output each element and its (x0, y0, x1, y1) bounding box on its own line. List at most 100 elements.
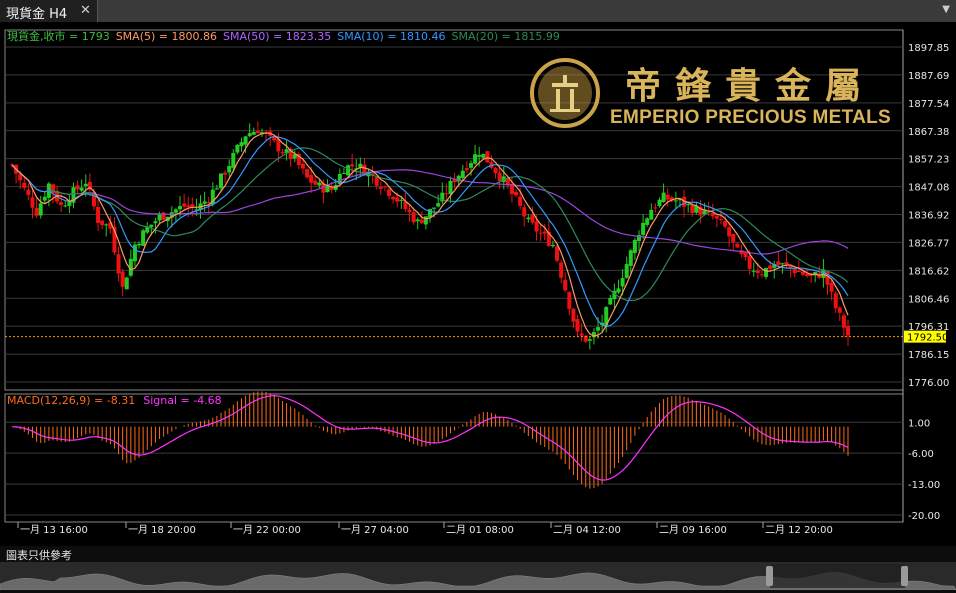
candle-body (358, 163, 363, 168)
candle-body (468, 163, 473, 168)
candle-body (202, 201, 207, 204)
legend-entry: 現貨金,收市 = 1793 (7, 29, 110, 43)
macd-tick-label: -13.00 (908, 480, 940, 491)
candle-body (149, 224, 154, 228)
disclaimer-text: 圖表只供參考 (6, 549, 72, 562)
price-tick-label: 1857.23 (908, 155, 949, 166)
candle-body (423, 216, 428, 225)
candle-body (374, 177, 379, 186)
time-tick-label: 一月 13 16:00 (20, 524, 88, 536)
candle-body (727, 227, 732, 237)
candle-body (153, 221, 158, 224)
candle-body (432, 207, 437, 209)
candle-body (436, 203, 441, 207)
time-tick-label: 二月 04 12:00 (553, 524, 621, 536)
candle-body (641, 222, 646, 235)
candle-body (518, 196, 523, 206)
chart-tab[interactable]: 現貨金 H4 ✕ (0, 0, 98, 22)
candle-body (497, 172, 502, 181)
candle-body (649, 209, 654, 220)
candle-body (735, 243, 740, 248)
price-tick-label: 1867.38 (908, 127, 949, 138)
price-tick-label: 1786.15 (908, 350, 949, 361)
candle-body (124, 277, 129, 290)
candle-body (309, 175, 314, 183)
macd-label: MACD(12,26,9) = -8.31 (7, 394, 135, 407)
macd-tick-label: -6.00 (908, 449, 934, 460)
price-tick-label: 1776.00 (908, 378, 949, 389)
candle-body (30, 197, 35, 208)
macd-tick-label: -20.00 (908, 511, 940, 522)
candle-body (665, 194, 670, 200)
candle-body (382, 186, 387, 188)
price-tick-label: 1836.92 (908, 211, 949, 222)
macd-panel-frame (4, 393, 904, 523)
candle-body (346, 165, 351, 176)
candle-body (792, 268, 797, 274)
price-tick-label: 1877.54 (908, 99, 949, 110)
candle-body (485, 151, 490, 163)
candle-body (79, 187, 84, 191)
candle-body (387, 189, 392, 196)
sma5-line (11, 132, 849, 337)
price-tick-label: 1826.77 (908, 238, 949, 249)
candle-body (411, 212, 416, 223)
candle-body (534, 221, 539, 232)
candle-body (616, 288, 621, 293)
candle-body (579, 333, 584, 336)
chart-navigator[interactable] (0, 562, 956, 591)
candle-body (22, 182, 27, 188)
legend-entry: SMA(20) = 1815.99 (452, 30, 560, 43)
candle-body (460, 170, 465, 178)
candle-body (464, 168, 469, 171)
candle-body (141, 230, 146, 246)
time-tick-label: 一月 27 04:00 (341, 524, 409, 536)
candle-body (751, 270, 756, 272)
navigator-left-handle[interactable] (766, 566, 773, 586)
candle-body (59, 202, 64, 205)
candle-body (350, 164, 355, 167)
candle-body (173, 209, 178, 213)
close-icon[interactable]: ✕ (80, 3, 91, 18)
candle-body (42, 196, 47, 201)
candle-body (178, 206, 183, 210)
candle-body (632, 239, 637, 253)
candle-body (341, 173, 346, 175)
candle-body (481, 153, 486, 158)
chevron-down-icon[interactable]: ▼ (942, 4, 950, 15)
candle-body (710, 213, 715, 217)
candle-body (530, 214, 535, 223)
candle-body (235, 144, 240, 153)
candle-body (247, 133, 252, 137)
price-tick-label: 1897.85 (908, 43, 949, 54)
navigator-right-handle[interactable] (901, 566, 908, 586)
candle-body (157, 214, 162, 221)
candle-body (378, 187, 383, 189)
candle-body (514, 191, 519, 196)
logo-chinese: 帝鋒貴金屬 (625, 65, 876, 107)
sma20-line (11, 147, 849, 302)
candle-body (255, 130, 260, 134)
candle-body (223, 172, 228, 175)
candle-body (313, 180, 318, 185)
candle-body (805, 273, 810, 276)
candle-body (731, 234, 736, 242)
candle-body (34, 208, 39, 216)
candle-body (231, 152, 236, 168)
time-tick-label: 一月 22 00:00 (233, 524, 301, 536)
candle-body (575, 319, 580, 332)
candle-body (645, 218, 650, 225)
candle-body (784, 262, 789, 265)
candle-body (448, 180, 453, 195)
candle-body (526, 217, 531, 220)
candle-body (132, 244, 137, 262)
candle-body (219, 173, 223, 189)
candle-body (522, 207, 527, 217)
candle-body (800, 271, 805, 275)
candle-body (628, 250, 633, 266)
candle-body (755, 270, 760, 274)
candle-body (300, 163, 305, 169)
candle-body (100, 220, 105, 226)
candle-body (305, 169, 310, 178)
candle-body (83, 183, 88, 187)
